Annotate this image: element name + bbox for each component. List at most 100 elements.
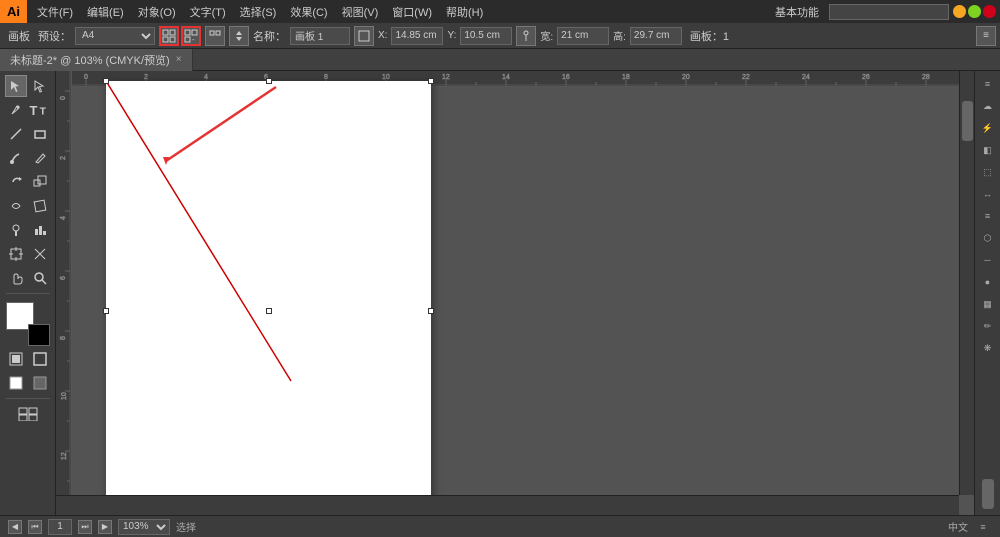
ruler-left: 0 2 4 6 8 10 12 14 xyxy=(56,71,72,495)
move-artboard-button[interactable] xyxy=(229,26,249,46)
color-button[interactable]: ● xyxy=(979,273,997,291)
paintbrush-tool[interactable] xyxy=(5,147,27,169)
pen-tool[interactable] xyxy=(5,99,27,121)
artboard-name-input[interactable] xyxy=(290,27,350,45)
prev-artboard-button[interactable]: ◀ xyxy=(8,520,22,534)
minimize-button[interactable] xyxy=(953,5,966,18)
maximize-button[interactable] xyxy=(968,5,981,18)
window-controls xyxy=(953,5,996,18)
normal-mode-button[interactable] xyxy=(5,372,27,394)
svg-text:4: 4 xyxy=(60,216,67,220)
status-options-button[interactable]: ≡ xyxy=(974,518,992,536)
stroke-panel-button[interactable]: ─ xyxy=(979,251,997,269)
background-color[interactable] xyxy=(28,324,50,346)
page-number-input[interactable] xyxy=(48,519,72,535)
menu-object[interactable]: 对象(O) xyxy=(132,2,182,22)
search-input[interactable] xyxy=(829,4,949,20)
slice-tool[interactable] xyxy=(29,243,51,265)
svg-text:8: 8 xyxy=(60,336,67,340)
hand-tool[interactable] xyxy=(5,267,27,289)
handle-middle-right[interactable] xyxy=(428,308,434,314)
last-artboard-button[interactable]: ⏭ xyxy=(78,520,92,534)
zoom-select[interactable]: 103% xyxy=(118,519,170,535)
w-input[interactable] xyxy=(557,27,609,45)
next-artboard-button[interactable]: ▶ xyxy=(98,520,112,534)
handle-middle-left[interactable] xyxy=(103,308,109,314)
tool-row-9 xyxy=(5,267,51,289)
symbol-sprayer-tool[interactable] xyxy=(5,219,27,241)
tool-row-4 xyxy=(5,147,51,169)
tool-row-7 xyxy=(5,219,51,241)
libraries-button[interactable]: ☁ xyxy=(979,97,997,115)
menu-text[interactable]: 文字(T) xyxy=(184,2,232,22)
zoom-tool[interactable] xyxy=(29,267,51,289)
menu-view[interactable]: 视图(V) xyxy=(336,2,385,22)
panel-label: 画板 xyxy=(4,28,34,44)
y-label: Y: xyxy=(447,30,456,41)
cc-libraries-button[interactable]: ⚡ xyxy=(979,119,997,137)
handle-top-middle[interactable] xyxy=(266,78,272,84)
y-input[interactable] xyxy=(460,27,512,45)
align-button[interactable]: ≡ xyxy=(979,207,997,225)
rectangle-tool[interactable] xyxy=(29,123,51,145)
h-input[interactable] xyxy=(630,27,682,45)
warp-tool[interactable] xyxy=(5,195,27,217)
pencil-tool[interactable] xyxy=(29,147,51,169)
selection-tool[interactable] xyxy=(5,75,27,97)
brushes-button[interactable]: ✏ xyxy=(979,317,997,335)
artboard-options-button[interactable] xyxy=(205,26,225,46)
mask-mode-button[interactable] xyxy=(29,372,51,394)
link-icon[interactable] xyxy=(516,26,536,46)
transform-button[interactable]: ↔ xyxy=(979,185,997,203)
handle-top-right[interactable] xyxy=(428,78,434,84)
type-tool[interactable]: T T xyxy=(29,99,51,121)
line-tool[interactable] xyxy=(5,123,27,145)
svg-text:22: 22 xyxy=(742,74,750,81)
swatches-button[interactable]: ▦ xyxy=(979,295,997,313)
vertical-scroll-thumb[interactable] xyxy=(962,101,973,141)
graph-tool[interactable] xyxy=(29,219,51,241)
svg-text:2: 2 xyxy=(144,74,148,81)
svg-text:-: - xyxy=(192,35,195,43)
menu-effect[interactable]: 效果(C) xyxy=(284,2,333,22)
menu-edit[interactable]: 编辑(E) xyxy=(81,2,130,22)
fill-button[interactable] xyxy=(5,348,27,370)
scale-tool[interactable] xyxy=(29,171,51,193)
handle-top-left[interactable] xyxy=(103,78,109,84)
layers-button[interactable]: ◧ xyxy=(979,141,997,159)
vertical-scrollbar[interactable] xyxy=(959,71,974,495)
x-input[interactable] xyxy=(391,27,443,45)
svg-text:6: 6 xyxy=(60,276,67,280)
first-artboard-button[interactable]: ⏮ xyxy=(28,520,42,534)
divider xyxy=(6,293,50,294)
svg-text:8: 8 xyxy=(324,74,328,81)
rotate-tool[interactable] xyxy=(5,171,27,193)
menu-window[interactable]: 窗口(W) xyxy=(386,2,438,22)
active-tab[interactable]: 未标题-2* @ 103% (CMYK/预览) × xyxy=(0,49,193,71)
view-mode-button[interactable] xyxy=(17,403,39,425)
close-button[interactable] xyxy=(983,5,996,18)
properties-panel-button[interactable]: ≡ xyxy=(979,75,997,93)
direct-selection-tool[interactable] xyxy=(29,75,51,97)
right-panel-scroll-thumb[interactable] xyxy=(982,479,994,509)
horizontal-scrollbar[interactable] xyxy=(56,495,959,515)
artboard-tool[interactable] xyxy=(5,243,27,265)
delete-artboard-button[interactable]: - xyxy=(181,26,201,46)
new-artboard-button[interactable] xyxy=(159,26,179,46)
menu-bar: 文件(F) 编辑(E) 对象(O) 文字(T) 选择(S) 效果(C) 视图(V… xyxy=(27,2,493,22)
menu-help[interactable]: 帮助(H) xyxy=(440,2,489,22)
svg-text:28: 28 xyxy=(922,74,930,81)
stroke-button[interactable] xyxy=(29,348,51,370)
free-transform-tool[interactable] xyxy=(29,195,51,217)
line-midpoint-handle[interactable] xyxy=(266,308,272,314)
tab-close-button[interactable]: × xyxy=(176,54,182,65)
artboard-name-label: 名称： xyxy=(253,28,286,44)
artboards-panel-button[interactable]: ⬚ xyxy=(979,163,997,181)
menu-select[interactable]: 选择(S) xyxy=(234,2,283,22)
preset-select[interactable]: A4 xyxy=(75,27,155,45)
pathfinder-button[interactable]: ⬡ xyxy=(979,229,997,247)
menu-file[interactable]: 文件(F) xyxy=(31,2,79,22)
toolbar-settings-button[interactable]: ≡ xyxy=(976,26,996,46)
left-toolbar: T T xyxy=(0,71,56,515)
symbols-button[interactable]: ❋ xyxy=(979,339,997,357)
